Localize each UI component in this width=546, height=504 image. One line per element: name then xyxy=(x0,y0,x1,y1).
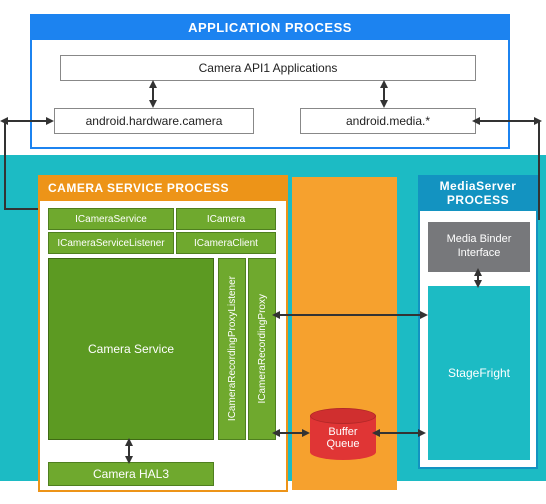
arrowhead-icon xyxy=(472,117,480,125)
arrowhead-icon xyxy=(302,429,310,437)
arrowhead-icon xyxy=(380,80,388,88)
camera-api-apps-box: Camera API1 Applications xyxy=(60,55,476,81)
mediaserver-process-title: MediaServer PROCESS xyxy=(418,175,538,211)
android-hardware-camera-box: android.hardware.camera xyxy=(54,108,254,134)
arrowhead-icon xyxy=(46,117,54,125)
arrowhead-icon xyxy=(418,429,426,437)
recording-proxy-label: ICameraRecordingProxy xyxy=(257,294,268,404)
recording-proxy-box: ICameraRecordingProxy xyxy=(248,258,276,440)
icameraclient-box: ICameraClient xyxy=(176,232,276,254)
arrow-media-out xyxy=(477,120,539,122)
arrowhead-icon xyxy=(420,311,428,319)
recording-proxy-listener-box: ICameraRecordingProxyListener xyxy=(218,258,246,440)
arrowhead-icon xyxy=(125,438,133,446)
arrow-proxy-stagefright xyxy=(278,314,426,316)
arrowhead-icon xyxy=(372,429,380,437)
arrowhead-icon xyxy=(474,280,482,288)
media-binder-box: Media Binder Interface xyxy=(428,222,530,272)
arrow-media-to-binder-v xyxy=(538,120,540,220)
buffer-queue-l1: Buffer xyxy=(328,426,357,438)
camera-service-box: Camera Service xyxy=(48,258,214,440)
icamera-box: ICamera xyxy=(176,208,276,230)
icameraservicelistener-box: ICameraServiceListener xyxy=(48,232,174,254)
arrowhead-icon xyxy=(380,100,388,108)
cylinder-top-icon xyxy=(310,408,376,424)
arrowhead-icon xyxy=(149,80,157,88)
arrowhead-icon xyxy=(125,456,133,464)
buffer-queue-l2: Queue xyxy=(326,438,359,450)
camera-hal3-box: Camera HAL3 xyxy=(48,462,214,486)
arrowhead-icon xyxy=(474,268,482,276)
arrowhead-icon xyxy=(149,100,157,108)
arrow-hw-to-csp-v xyxy=(4,120,6,210)
android-media-box: android.media.* xyxy=(300,108,476,134)
app-process-title: APPLICATION PROCESS xyxy=(30,14,510,40)
icameraservice-box: ICameraService xyxy=(48,208,174,230)
stagefright-box: StageFright xyxy=(428,286,530,460)
recording-proxy-listener-label: ICameraRecordingProxyListener xyxy=(227,276,238,421)
arrowhead-icon xyxy=(272,429,280,437)
camera-service-process-title: CAMERA SERVICE PROCESS xyxy=(38,175,288,201)
arrowhead-icon xyxy=(272,311,280,319)
buffer-queue-cylinder: BufferQueue xyxy=(310,408,376,460)
buffer-queue-label: BufferQueue xyxy=(310,426,376,450)
